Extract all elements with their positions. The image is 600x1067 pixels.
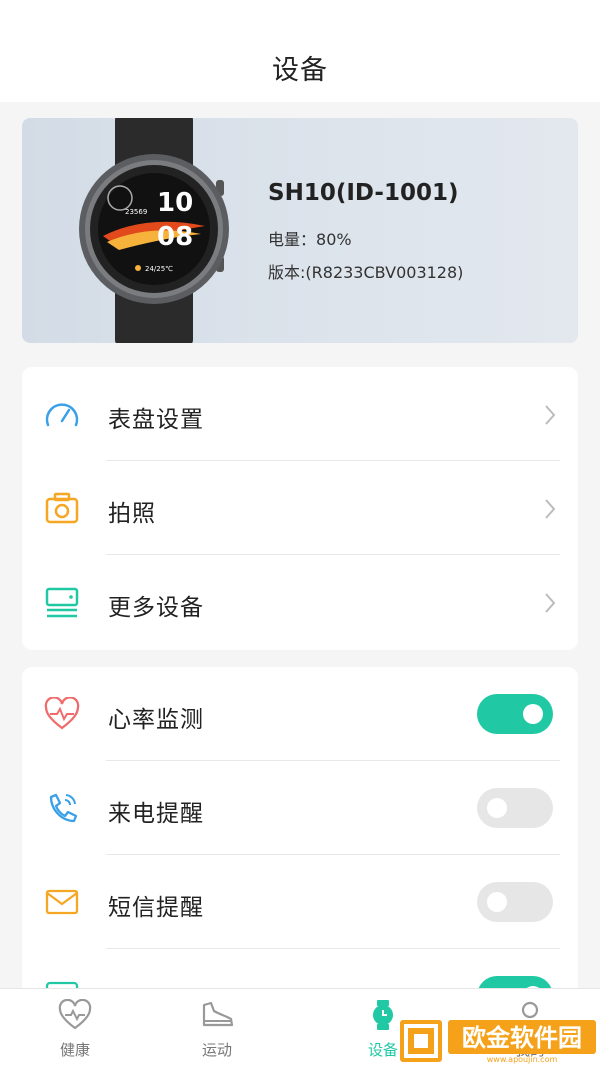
menu-item-camera[interactable]: 拍照: [22, 461, 578, 555]
tab-sport[interactable]: 运动: [142, 989, 292, 1067]
battery-value: 80%: [316, 230, 352, 249]
watch-steps: 23569: [125, 208, 147, 216]
call-reminder-toggle[interactable]: [477, 788, 553, 828]
watch-temperature: 24/25℃: [145, 265, 173, 273]
menu-item-dial-settings[interactable]: 表盘设置: [22, 367, 578, 461]
heart-rate-toggle[interactable]: [477, 694, 553, 734]
toggle-knob: [487, 798, 507, 818]
watch-hour: 10: [157, 188, 193, 218]
toggle-knob: [487, 892, 507, 912]
watch-icon: [373, 1000, 393, 1030]
toggle-row-call-reminder: 来电提醒: [22, 761, 578, 855]
tab-label: 运动: [201, 1041, 232, 1059]
device-list-icon: [45, 587, 79, 618]
shoe-icon: [202, 1001, 234, 1027]
menu-item-label: 表盘设置: [108, 407, 204, 433]
device-name: SH10(ID-1001): [268, 180, 459, 206]
version-info: 版本:(R8233CBV003128): [268, 259, 463, 283]
dial-gauge-icon: [45, 403, 79, 427]
chevron-right-icon: [545, 405, 556, 425]
chevron-right-icon: [545, 499, 556, 519]
watermark-logo: 欧金软件园 www.apoujin.com: [400, 1020, 596, 1064]
top-header: 设备: [0, 0, 600, 102]
battery-info: 电量：80%: [268, 226, 352, 250]
menu-item-more-devices[interactable]: 更多设备: [22, 555, 578, 649]
battery-label: 电量：: [268, 230, 317, 249]
envelope-icon: [45, 889, 79, 915]
toggle-label: 心率监测: [108, 707, 204, 733]
watermark-subtext: www.apoujin.com: [487, 1055, 558, 1064]
settings-menu-card: 表盘设置 拍照 更多设备: [22, 367, 578, 650]
watermark-text: 欧金软件园: [462, 1024, 582, 1052]
tab-health[interactable]: 健康: [0, 989, 150, 1067]
toggle-label: 短信提醒: [108, 895, 204, 921]
chevron-right-icon: [545, 593, 556, 613]
smartwatch-image: 23569 10 08 24/25℃: [79, 118, 229, 343]
menu-item-label: 拍照: [108, 501, 156, 527]
watch-minute: 08: [157, 222, 193, 252]
toggle-row-heart-rate: 心率监测: [22, 667, 578, 761]
tab-label: 健康: [59, 1041, 90, 1059]
phone-call-icon: [49, 793, 78, 823]
toggle-row-sms-reminder: 短信提醒: [22, 855, 578, 949]
version-label: 版本:: [268, 263, 306, 282]
toggle-knob: [523, 704, 543, 724]
heart-health-icon: [58, 999, 92, 1030]
camera-icon: [45, 492, 79, 524]
menu-item-label: 更多设备: [108, 595, 204, 621]
toggle-label: 来电提醒: [108, 801, 204, 827]
sms-reminder-toggle[interactable]: [477, 882, 553, 922]
device-card[interactable]: 23569 10 08 24/25℃ SH10(ID-1001) 电量：80% …: [22, 118, 578, 343]
reminder-settings-card: 心率监测 来电提醒 短信提醒 APP提醒: [22, 667, 578, 1007]
heart-rate-icon: [44, 697, 80, 730]
page-title: 设备: [272, 55, 328, 86]
version-value: (R8233CBV003128): [305, 263, 464, 282]
